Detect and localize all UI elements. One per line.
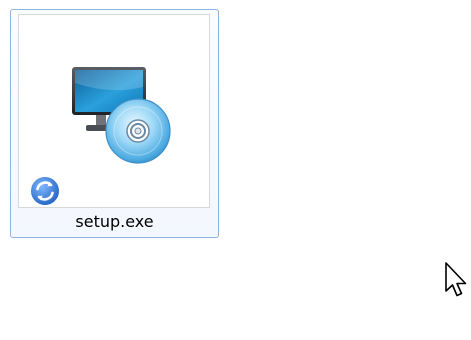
sync-icon: [29, 175, 61, 207]
file-thumbnail: [18, 14, 210, 208]
file-item-setup-exe[interactable]: setup.exe: [10, 9, 219, 238]
file-name-label: setup.exe: [75, 212, 154, 231]
desktop: setup.exe: [0, 0, 471, 340]
monitor-cd-icon: [72, 67, 171, 164]
arrow-cursor-icon: [445, 262, 467, 297]
